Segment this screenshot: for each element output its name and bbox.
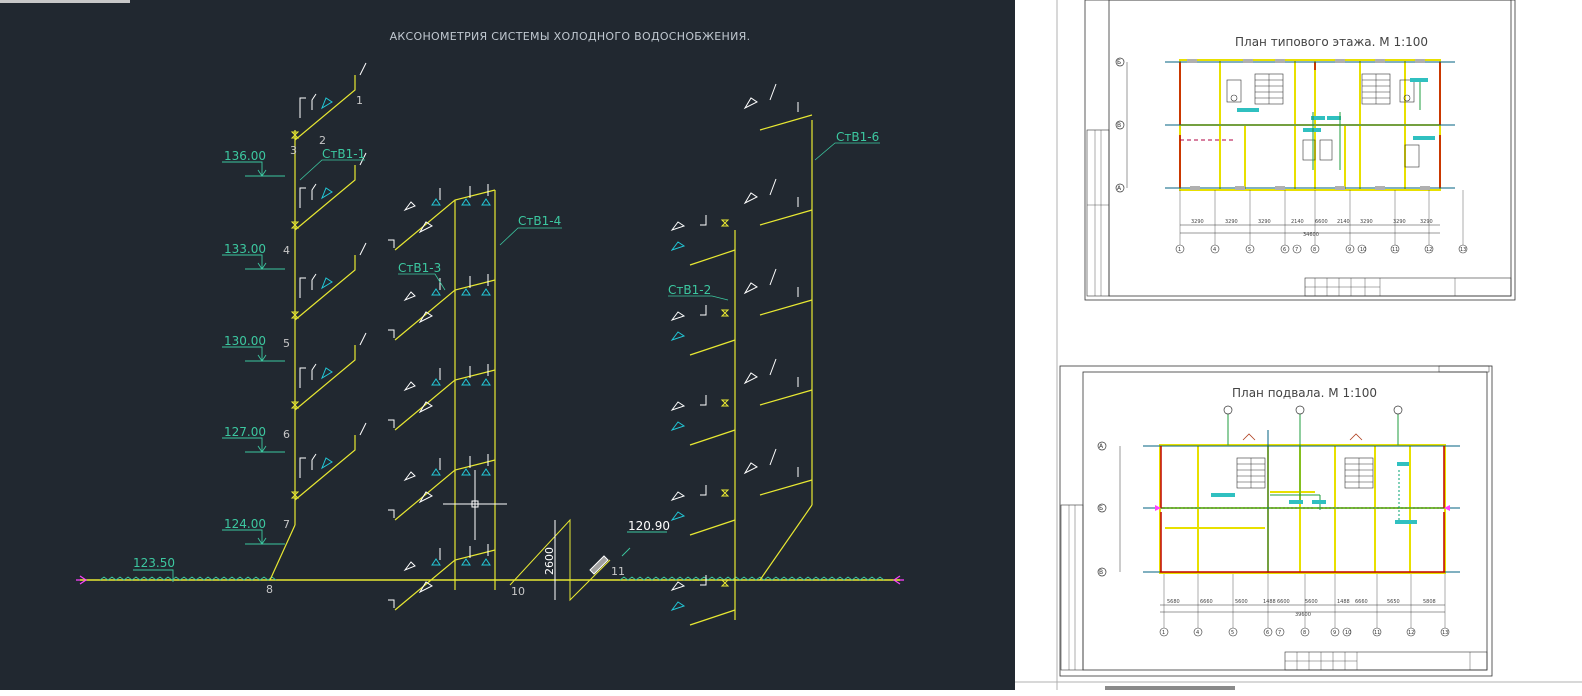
layout-sheets[interactable]: План типового этажа. М 1:100 3290 3290 3… xyxy=(1015,0,1582,696)
svg-text:3290: 3290 xyxy=(1225,219,1238,225)
svg-text:6600: 6600 xyxy=(1277,599,1290,605)
elevation-127: 127.00 xyxy=(224,425,266,439)
node-11: 11 xyxy=(611,565,625,578)
node-1: 1 xyxy=(356,94,363,107)
svg-text:5600: 5600 xyxy=(1235,599,1248,605)
svg-text:3290: 3290 xyxy=(1258,219,1271,225)
node-5: 5 xyxy=(283,337,290,350)
basement-col-axis-8: 11 xyxy=(1374,630,1380,636)
riser-label-6: СтВ1-6 xyxy=(836,130,879,144)
node-8: 8 xyxy=(266,583,273,596)
axonometric-model-space[interactable]: АКСОНОМЕТРИЯ СИСТЕМЫ ХОЛОДНОГО ВОДОСНОБЖ… xyxy=(0,0,1015,690)
elevation-124: 124.00 xyxy=(224,517,266,531)
svg-text:39600: 39600 xyxy=(1295,612,1311,618)
svg-text:5680: 5680 xyxy=(1167,599,1180,605)
basement-col-axis-6: 9 xyxy=(1333,630,1336,636)
node-7: 7 xyxy=(283,518,290,531)
elevation-130: 130.00 xyxy=(224,334,266,348)
basement-col-axis-0: 1 xyxy=(1162,630,1165,636)
svg-text:1488: 1488 xyxy=(1337,599,1350,605)
cad-viewport[interactable]: АКСОНОМЕТРИЯ СИСТЕМЫ ХОЛОДНОГО ВОДОСНОБЖ… xyxy=(0,0,1582,696)
riser-label-4: СтВ1-4 xyxy=(518,214,561,228)
basement-col-axis-1: 4 xyxy=(1196,630,1199,636)
typical-col-axis-8: 11 xyxy=(1392,247,1398,253)
basement-col-axis-4: 7 xyxy=(1278,630,1281,636)
svg-text:3290: 3290 xyxy=(1191,219,1204,225)
svg-text:3290: 3290 xyxy=(1420,219,1433,225)
basement-col-axis-7: 10 xyxy=(1345,630,1351,636)
basement-col-axis-5: 8 xyxy=(1303,630,1306,636)
sheet-typical-title: План типового этажа. М 1:100 xyxy=(1235,35,1428,49)
typical-col-axis-3: 6 xyxy=(1283,247,1286,253)
svg-text:2140: 2140 xyxy=(1337,219,1350,225)
svg-text:2140: 2140 xyxy=(1291,219,1304,225)
basement-col-axis-3: 6 xyxy=(1266,630,1269,636)
elevation-123-50: 123.50 xyxy=(133,556,175,570)
node-3: 3 xyxy=(290,144,297,157)
typical-col-axis-10: 13 xyxy=(1460,247,1466,253)
node-2: 2 xyxy=(319,134,326,147)
basement-col-axis-2: 5 xyxy=(1231,630,1234,636)
riser-label-3: СтВ1-3 xyxy=(398,261,441,275)
sheet-basement[interactable]: План подвала. М 1:100 5680 6660 5600 148… xyxy=(1059,365,1493,677)
elevation-133: 133.00 xyxy=(224,242,266,256)
typical-col-axis-9: 12 xyxy=(1426,247,1432,253)
elevation-136: 136.00 xyxy=(224,149,266,163)
basement-row-axis-b: Б xyxy=(1099,505,1103,512)
svg-text:5600: 5600 xyxy=(1305,599,1318,605)
sheet-typical-floor[interactable]: План типового этажа. М 1:100 3290 3290 3… xyxy=(1084,0,1516,301)
basement-col-axis-9: 12 xyxy=(1408,630,1414,636)
svg-text:6600: 6600 xyxy=(1315,219,1328,225)
svg-text:1488: 1488 xyxy=(1263,599,1276,605)
node-4: 4 xyxy=(283,244,290,257)
riser-label-2: СтВ1-2 xyxy=(668,283,711,297)
basement-row-axis-v: В xyxy=(1099,569,1103,576)
typical-col-axis-5: 8 xyxy=(1313,247,1316,253)
riser-label-1: СтВ1-1 xyxy=(322,147,365,161)
typical-col-axis-6: 9 xyxy=(1348,247,1351,253)
typical-row-axis-v: В xyxy=(1117,122,1121,129)
elevation-120-90: 120.90 xyxy=(628,519,670,533)
dimension-label: 2600 xyxy=(543,547,556,575)
typical-col-axis-4: 7 xyxy=(1295,247,1298,253)
sheet-basement-title: План подвала. М 1:100 xyxy=(1232,386,1377,400)
svg-text:6660: 6660 xyxy=(1355,599,1368,605)
typical-row-axis-b: Б xyxy=(1117,59,1121,66)
svg-text:5808: 5808 xyxy=(1423,599,1436,605)
svg-text:3290: 3290 xyxy=(1360,219,1373,225)
svg-text:6660: 6660 xyxy=(1200,599,1213,605)
node-6: 6 xyxy=(283,428,290,441)
typical-col-axis-0: 1 xyxy=(1178,247,1181,253)
typical-col-axis-2: 5 xyxy=(1248,247,1251,253)
basement-col-axis-10: 13 xyxy=(1442,630,1448,636)
typical-col-axis-7: 10 xyxy=(1360,247,1366,253)
typical-col-axis-1: 4 xyxy=(1213,247,1216,253)
svg-text:5650: 5650 xyxy=(1387,599,1400,605)
node-10: 10 xyxy=(511,585,525,598)
drawing-title: АКСОНОМЕТРИЯ СИСТЕМЫ ХОЛОДНОГО ВОДОСНОБЖ… xyxy=(390,30,751,43)
svg-text:34600: 34600 xyxy=(1303,232,1319,238)
